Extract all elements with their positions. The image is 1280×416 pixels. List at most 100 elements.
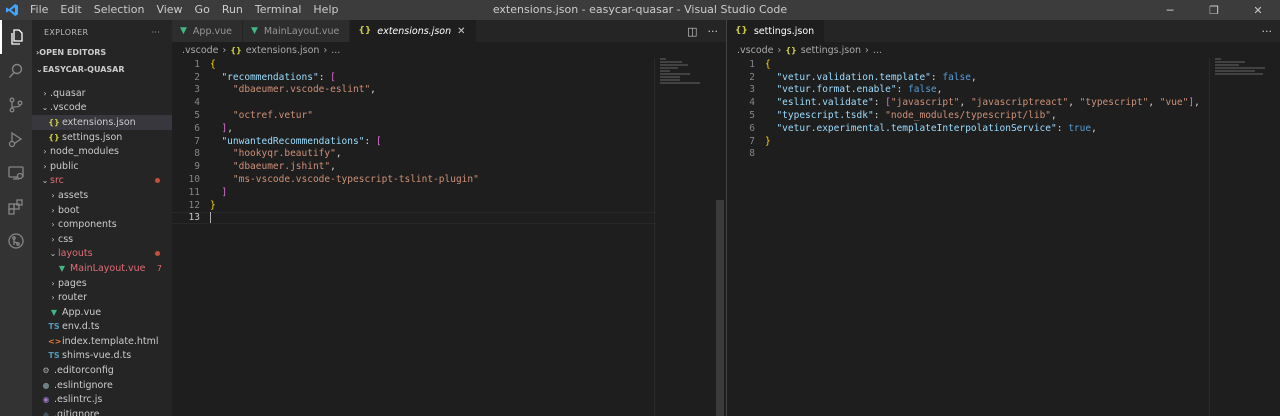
project-section[interactable]: ⌄ EASYCAR-QUASAR: [32, 61, 172, 78]
code-line[interactable]: 4: [172, 96, 656, 109]
tree-item[interactable]: ⌄ layouts: [32, 247, 172, 262]
more-actions-icon[interactable]: ···: [708, 25, 719, 38]
minimize-button[interactable]: ─: [1148, 0, 1192, 20]
git-graph-icon[interactable]: [0, 224, 32, 258]
right-minimap[interactable]: [1215, 58, 1275, 118]
split-editor-icon[interactable]: ◫: [687, 25, 697, 38]
git-file-icon: ◆: [42, 409, 50, 416]
breadcrumb-item[interactable]: ...: [873, 45, 882, 56]
tree-item[interactable]: ▼ MainLayout.vue 7: [32, 261, 172, 276]
code-line[interactable]: 7}: [727, 135, 1211, 148]
breadcrumb-item[interactable]: ...: [331, 45, 340, 56]
menu-terminal[interactable]: Terminal: [249, 0, 308, 20]
tree-item-label: .gitignore: [54, 408, 100, 416]
extensions-icon[interactable]: [0, 190, 32, 224]
editor-tab[interactable]: ▼ MainLayout.vue: [243, 20, 351, 42]
menu-selection[interactable]: Selection: [88, 0, 151, 20]
tree-item[interactable]: › boot: [32, 203, 172, 218]
breadcrumb-item[interactable]: settings.json: [801, 45, 861, 56]
explorer-more-button[interactable]: ···: [151, 28, 160, 37]
code-line[interactable]: 4 "eslint.validate": ["javascript", "jav…: [727, 96, 1211, 109]
code-line[interactable]: 2 "recommendations": [: [172, 71, 656, 84]
tree-item[interactable]: › router: [32, 290, 172, 305]
tab-label: App.vue: [192, 25, 232, 37]
code-line[interactable]: 11 ]: [172, 186, 656, 199]
breadcrumb-item[interactable]: extensions.json: [246, 45, 320, 56]
tree-item-label: assets: [58, 189, 89, 201]
menu-help[interactable]: Help: [307, 0, 344, 20]
editor-tab[interactable]: ▼ App.vue: [172, 20, 243, 42]
left-code-area[interactable]: 1{2 "recommendations": [3 "dbaeumer.vsco…: [172, 58, 656, 225]
line-number: 4: [749, 97, 755, 109]
menu-edit[interactable]: Edit: [54, 0, 87, 20]
tree-item[interactable]: ⌄ src: [32, 174, 172, 189]
chevron-right-icon: ›: [777, 44, 782, 56]
tree-item[interactable]: › css: [32, 232, 172, 247]
menu-go[interactable]: Go: [189, 0, 216, 20]
menu-run[interactable]: Run: [216, 0, 249, 20]
close-window-button[interactable]: ✕: [1236, 0, 1280, 20]
breadcrumb-item[interactable]: .vscode: [737, 45, 774, 56]
tree-item-label: pages: [58, 277, 87, 289]
eslint-file-icon: ◉: [42, 395, 50, 405]
tree-item[interactable]: ◉ .eslintrc.js: [32, 392, 172, 407]
chevron-right-icon: ›: [51, 293, 55, 303]
tree-item[interactable]: TS shims-vue.d.ts: [32, 349, 172, 364]
tree-item[interactable]: › node_modules: [32, 144, 172, 159]
tree-item[interactable]: {} settings.json: [32, 130, 172, 145]
code-line[interactable]: 6 ],: [172, 122, 656, 135]
tree-item[interactable]: › .quasar: [32, 86, 172, 101]
tree-item[interactable]: › public: [32, 159, 172, 174]
remote-explorer-icon[interactable]: [0, 156, 32, 190]
chevron-right-icon: ›: [51, 205, 55, 215]
tree-item[interactable]: ⚙ .editorconfig: [32, 363, 172, 378]
code-line[interactable]: 13: [172, 211, 656, 225]
open-editors-label: OPEN EDITORS: [39, 48, 107, 57]
vue-file-icon: ▼: [58, 263, 66, 273]
code-line[interactable]: 2 "vetur.validation.template": false,: [727, 71, 1211, 84]
code-line[interactable]: 10 "ms-vscode.vscode-typescript-tslint-p…: [172, 173, 656, 186]
breadcrumb-item[interactable]: .vscode: [182, 45, 219, 56]
tab-label: extensions.json: [377, 25, 452, 37]
editor-tab[interactable]: {} extensions.json ✕: [350, 20, 477, 42]
search-icon[interactable]: [0, 54, 32, 88]
modified-dot-icon: [155, 178, 160, 184]
tree-item[interactable]: {} extensions.json: [32, 115, 172, 130]
menu-file[interactable]: File: [24, 0, 54, 20]
tree-item[interactable]: › components: [32, 217, 172, 232]
explorer-icon[interactable]: [0, 20, 32, 54]
code-line[interactable]: 8 "hookyqr.beautify",: [172, 148, 656, 161]
open-editors-section[interactable]: › OPEN EDITORS: [32, 44, 172, 61]
source-control-icon[interactable]: [0, 88, 32, 122]
right-code-area[interactable]: 1{2 "vetur.validation.template": false, 3…: [727, 58, 1211, 160]
tree-item-label: settings.json: [62, 131, 123, 143]
code-line[interactable]: 1{: [172, 58, 656, 71]
more-actions-icon[interactable]: ···: [1262, 25, 1273, 38]
menu-view[interactable]: View: [150, 0, 188, 20]
code-line[interactable]: 5 "typescript.tsdk": "node_modules/types…: [727, 109, 1211, 122]
tree-item[interactable]: ● .eslintignore: [32, 378, 172, 393]
tree-item[interactable]: ▼ App.vue: [32, 305, 172, 320]
code-line[interactable]: 3 "vetur.format.enable": false,: [727, 84, 1211, 97]
close-icon[interactable]: ✕: [457, 26, 465, 37]
code-line[interactable]: 6 "vetur.experimental.templateInterpolat…: [727, 122, 1211, 135]
left-scrollbar[interactable]: [716, 200, 724, 416]
code-line[interactable]: 3 "dbaeumer.vscode-eslint",: [172, 84, 656, 97]
line-number: 9: [194, 161, 200, 173]
maximize-button[interactable]: ❐: [1192, 0, 1236, 20]
code-line[interactable]: 8: [727, 148, 1211, 161]
tree-item[interactable]: ⌄ .vscode: [32, 101, 172, 116]
left-minimap[interactable]: [660, 58, 720, 118]
editor-tab[interactable]: {} settings.json: [727, 20, 826, 42]
tree-item[interactable]: <> index.template.html: [32, 334, 172, 349]
code-line[interactable]: 9 "dbaeumer.jshint",: [172, 160, 656, 173]
tree-item[interactable]: TS env.d.ts: [32, 320, 172, 335]
run-debug-icon[interactable]: [0, 122, 32, 156]
code-line[interactable]: 7 "unwantedRecommendations": [: [172, 135, 656, 148]
tree-item[interactable]: ◆ .gitignore: [32, 407, 172, 416]
tree-item[interactable]: › pages: [32, 276, 172, 291]
code-line[interactable]: 5 "octref.vetur": [172, 109, 656, 122]
tree-item[interactable]: › assets: [32, 188, 172, 203]
code-line[interactable]: 1{: [727, 58, 1211, 71]
code-line[interactable]: 12}: [172, 199, 656, 212]
